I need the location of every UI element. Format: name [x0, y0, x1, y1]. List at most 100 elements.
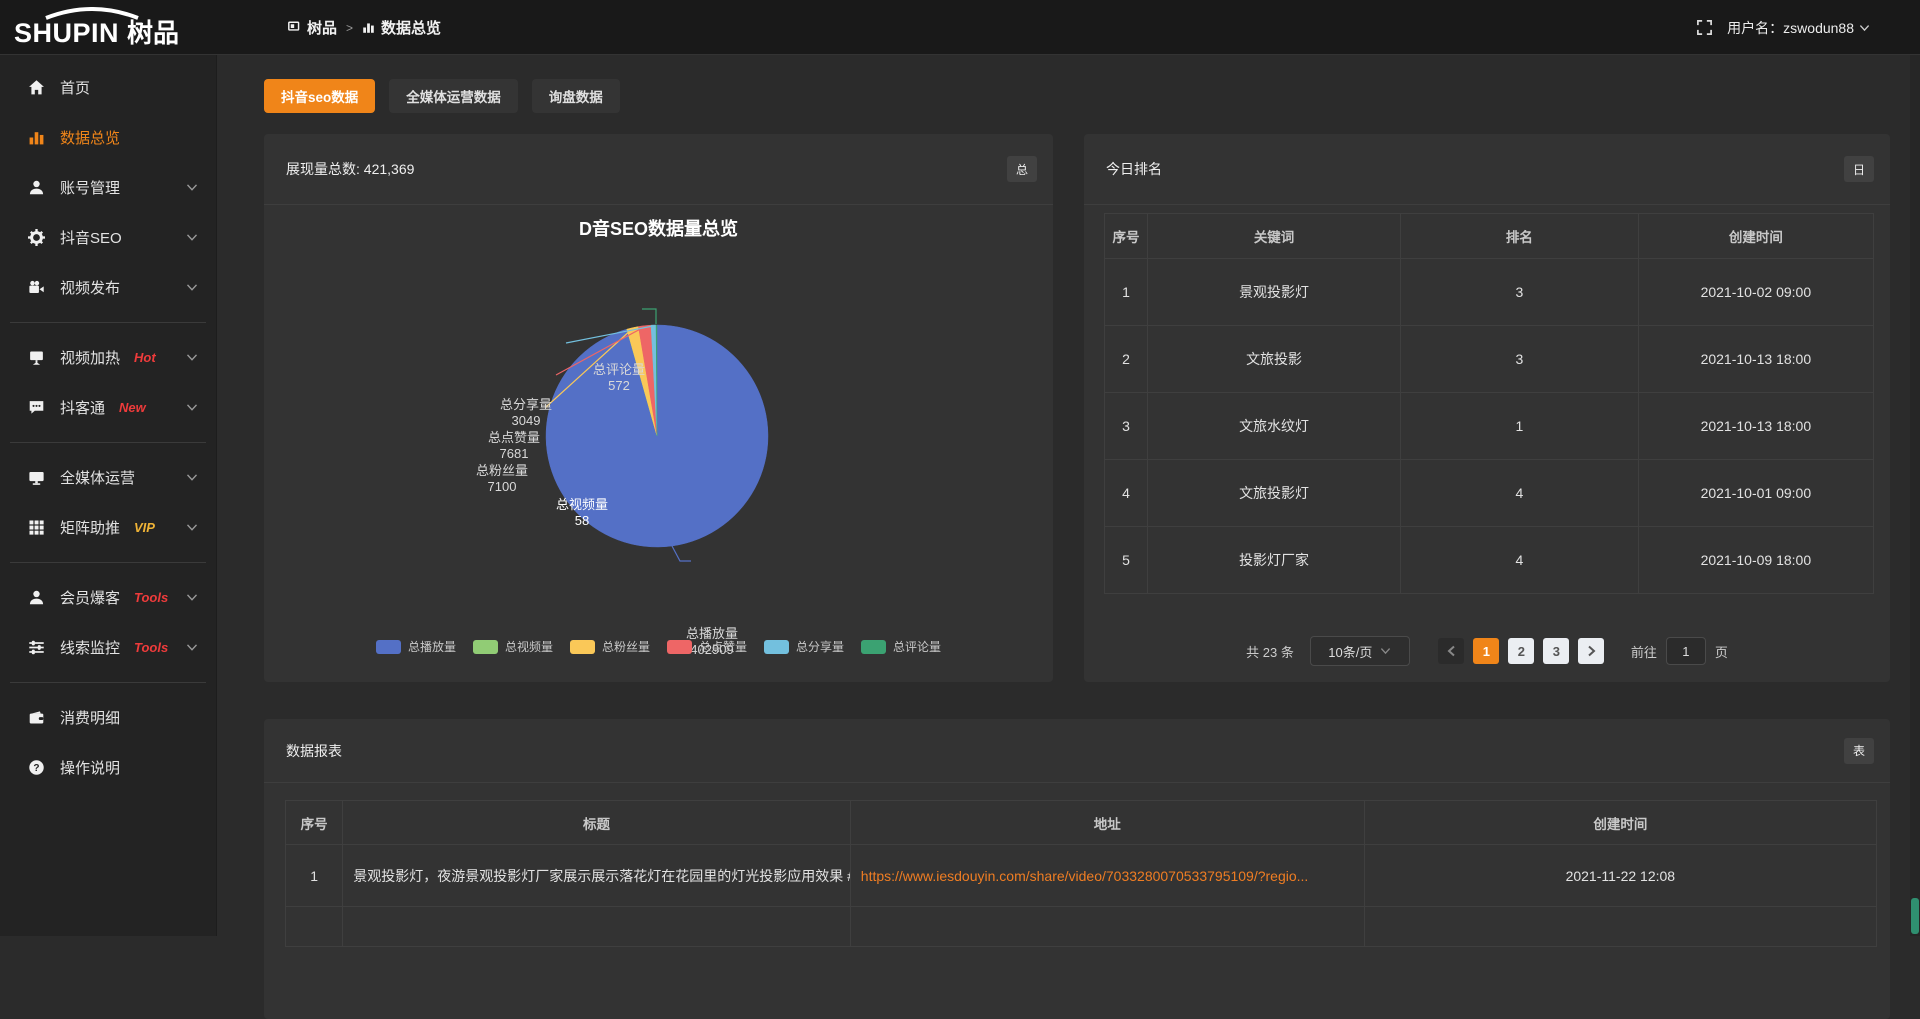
- rank-cell: 5: [1105, 527, 1148, 594]
- rank-panel-header: 今日排名 日: [1084, 134, 1890, 205]
- tab-1[interactable]: 全媒体运营数据: [389, 79, 518, 113]
- svg-text:?: ?: [33, 762, 39, 773]
- scrollbar-thumb[interactable]: [1911, 898, 1919, 934]
- page-button-2[interactable]: 2: [1508, 638, 1534, 664]
- tab-0[interactable]: 抖音seo数据: [264, 79, 375, 113]
- impressions-total: 展现量总数: 421,369: [286, 159, 414, 179]
- page-button-3[interactable]: 3: [1543, 638, 1569, 664]
- page-size-select[interactable]: 10条/页: [1310, 636, 1410, 666]
- pie-label-总粉丝量: 总粉丝量7100: [476, 463, 528, 495]
- sidebar-item-video-heat[interactable]: 视频加热Hot: [0, 332, 216, 382]
- legend-item-总分享量[interactable]: 总分享量: [764, 638, 844, 655]
- sidebar-item-matrix-boost[interactable]: 矩阵助推VIP: [0, 502, 216, 552]
- legend-label: 总评论量: [893, 638, 941, 655]
- rank-table-row: 1景观投影灯32021-10-02 09:00: [1105, 259, 1874, 326]
- scrollbar[interactable]: [1910, 55, 1920, 936]
- sidebar-item-label: 会员爆客: [60, 587, 120, 608]
- legend-swatch: [861, 640, 886, 654]
- rank-table-row: 4文旅投影灯42021-10-01 09:00: [1105, 460, 1874, 527]
- report-col-header: 序号: [286, 801, 343, 845]
- table-view-button[interactable]: 表: [1844, 738, 1874, 764]
- sidebar-item-label: 矩阵助推: [60, 517, 120, 538]
- question-icon: ?: [28, 759, 45, 776]
- sidebar-item-label: 线索监控: [60, 637, 120, 658]
- pie-callout-line: [672, 546, 691, 561]
- breadcrumb-separator: >: [346, 21, 353, 35]
- chart-icon: [362, 21, 375, 34]
- sidebar-divider: [0, 672, 216, 692]
- rank-cell: 2021-10-02 09:00: [1638, 259, 1873, 326]
- sidebar-item-all-media[interactable]: 全媒体运营: [0, 452, 216, 502]
- chart-title: D音SEO数据量总览: [264, 215, 1053, 241]
- chevron-left-icon: [1447, 645, 1456, 657]
- pie-label-总视频量: 总视频量58: [556, 497, 608, 529]
- sidebar-item-clue-monitor[interactable]: 线索监控Tools: [0, 622, 216, 672]
- sidebar-item-label: 首页: [60, 77, 90, 98]
- sidebar-item-label: 抖音SEO: [60, 227, 122, 248]
- user-menu[interactable]: 用户名：zswodun88: [1727, 18, 1870, 38]
- sidebar-item-home[interactable]: 首页: [0, 62, 216, 112]
- fullscreen-icon[interactable]: [1696, 19, 1713, 36]
- rank-table-row: 2文旅投影32021-10-13 18:00: [1105, 326, 1874, 393]
- goto-page-input[interactable]: [1666, 637, 1706, 665]
- chevron-down-icon: [186, 403, 198, 412]
- report-table: 序号标题地址创建时间1景观投影灯，夜游景观投影灯厂家展示展示落花灯在花园里的灯光…: [285, 800, 1877, 947]
- board-icon: [28, 349, 45, 366]
- logo-text-en: SHUPIN: [14, 18, 119, 48]
- report-col-header: 创建时间: [1364, 801, 1876, 845]
- chevron-down-icon: [186, 473, 198, 482]
- sidebar: 首页数据总览账号管理抖音SEO视频发布视频加热Hot抖客通New全媒体运营矩阵助…: [0, 55, 217, 936]
- sidebar-divider: [0, 552, 216, 572]
- video-link[interactable]: https://www.iesdouyin.com/share/video/70…: [861, 868, 1309, 884]
- legend-item-总点赞量[interactable]: 总点赞量: [667, 638, 747, 655]
- sidebar-item-doukaitong[interactable]: 抖客通New: [0, 382, 216, 432]
- rank-cell: 4: [1401, 460, 1639, 527]
- monitor-icon: [28, 469, 45, 486]
- report-panel-title: 数据报表: [286, 741, 342, 761]
- legend-label: 总分享量: [796, 638, 844, 655]
- rank-col-header: 关键词: [1148, 214, 1401, 259]
- sidebar-item-video-publish[interactable]: 视频发布: [0, 262, 216, 312]
- legend-item-总播放量[interactable]: 总播放量: [376, 638, 456, 655]
- chevron-down-icon: [186, 283, 198, 292]
- rank-cell: 3: [1401, 326, 1639, 393]
- total-view-button[interactable]: 总: [1007, 156, 1037, 182]
- sidebar-item-label: 消费明细: [60, 707, 120, 728]
- sidebar-item-consume-detail[interactable]: 消费明细: [0, 692, 216, 742]
- rank-cell: 2021-10-09 18:00: [1638, 527, 1873, 594]
- user-icon: [28, 589, 45, 606]
- rank-cell: 4: [1105, 460, 1148, 527]
- sidebar-item-help[interactable]: ?操作说明: [0, 742, 216, 792]
- sidebar-item-label: 抖客通: [60, 397, 105, 418]
- prev-page-button[interactable]: [1438, 638, 1464, 664]
- rank-table-row: 3文旅水纹灯12021-10-13 18:00: [1105, 393, 1874, 460]
- chevron-down-icon: [1380, 647, 1391, 655]
- tab-2[interactable]: 询盘数据: [532, 79, 620, 113]
- sidebar-item-account-manage[interactable]: 账号管理: [0, 162, 216, 212]
- app-logo[interactable]: SHUPIN 树品: [14, 7, 214, 49]
- sidebar-item-member-baoke[interactable]: 会员爆客Tools: [0, 572, 216, 622]
- day-view-button[interactable]: 日: [1844, 156, 1874, 182]
- breadcrumb-item-1[interactable]: 数据总览: [362, 17, 441, 38]
- page-size-value: 10条/页: [1328, 642, 1372, 661]
- pagination: 共 23 条 10条/页 123 前往 页: [1084, 636, 1890, 666]
- sidebar-divider: [0, 432, 216, 452]
- report-table-row: [286, 907, 1877, 947]
- pie-callout-line: [642, 309, 656, 324]
- sidebar-item-douyin-seo[interactable]: 抖音SEO: [0, 212, 216, 262]
- pie-svg: [264, 205, 1053, 682]
- sidebar-item-data-overview[interactable]: 数据总览: [0, 112, 216, 162]
- legend-item-总评论量[interactable]: 总评论量: [861, 638, 941, 655]
- breadcrumb-item-0[interactable]: 树品: [288, 17, 337, 38]
- next-page-button[interactable]: [1578, 638, 1604, 664]
- chevron-down-icon: [186, 643, 198, 652]
- rank-cell: 2021-10-13 18:00: [1638, 393, 1873, 460]
- breadcrumb: 树品 > 数据总览: [288, 0, 441, 55]
- page-button-1[interactable]: 1: [1473, 638, 1499, 664]
- legend-item-总视频量[interactable]: 总视频量: [473, 638, 553, 655]
- sidebar-item-label: 数据总览: [60, 127, 120, 148]
- rank-cell: 文旅投影灯: [1148, 460, 1401, 527]
- sidebar-divider: [0, 312, 216, 332]
- legend-item-总粉丝量[interactable]: 总粉丝量: [570, 638, 650, 655]
- logo-arc: [46, 9, 138, 18]
